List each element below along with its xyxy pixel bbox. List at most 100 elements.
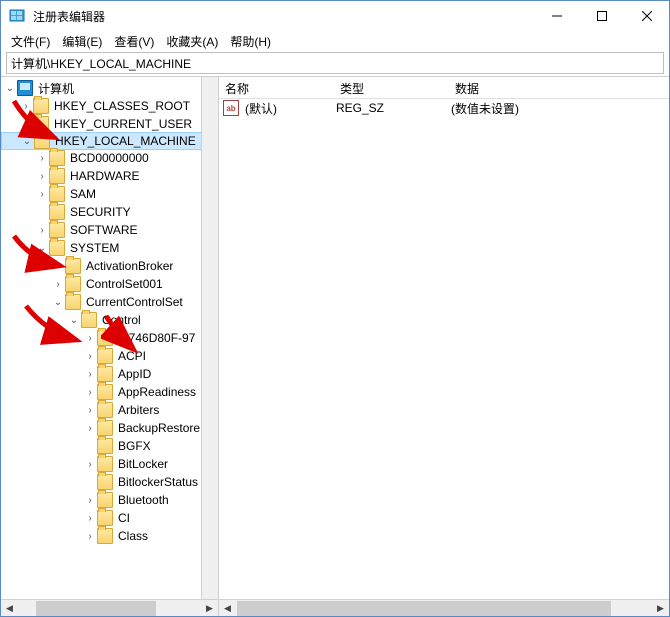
tree-item-computer[interactable]: ⌄ 计算机	[1, 79, 218, 97]
tree-item[interactable]: ›AppID	[1, 365, 218, 383]
registry-tree: ⌄ 计算机 › HKEY_CLASSES_ROOT › HKEY_CURRENT…	[1, 77, 218, 547]
tree-label: BCD00000000	[68, 151, 151, 165]
tree-item[interactable]: ›BGFX	[1, 437, 218, 455]
tree-scroll[interactable]: ⌄ 计算机 › HKEY_CLASSES_ROOT › HKEY_CURRENT…	[1, 77, 218, 599]
expander-icon[interactable]: ›	[51, 259, 65, 273]
tree-item[interactable]: ›BitlockerStatus	[1, 473, 218, 491]
main-split: ⌄ 计算机 › HKEY_CLASSES_ROOT › HKEY_CURRENT…	[1, 76, 669, 616]
tree-item[interactable]: ›CI	[1, 509, 218, 527]
expander-icon[interactable]: ⌄	[20, 134, 34, 148]
folder-icon	[97, 330, 113, 346]
expander-icon[interactable]: ›	[83, 421, 97, 435]
tree-item-bcd[interactable]: › BCD00000000	[1, 149, 218, 167]
expander-icon[interactable]: ›	[35, 151, 49, 165]
tree-item-software[interactable]: › SOFTWARE	[1, 221, 218, 239]
tree-label: HKEY_CLASSES_ROOT	[52, 99, 192, 113]
expander-icon[interactable]: ⌄	[67, 313, 81, 327]
expander-icon[interactable]: ›	[83, 493, 97, 507]
tree-label: Bluetooth	[116, 493, 171, 507]
folder-icon	[49, 168, 65, 184]
folder-icon	[65, 294, 81, 310]
folder-icon	[49, 222, 65, 238]
scroll-left-icon[interactable]: ◀	[1, 600, 18, 617]
folder-icon	[97, 420, 113, 436]
expander-icon[interactable]: ›	[51, 277, 65, 291]
folder-icon	[49, 150, 65, 166]
folder-icon	[97, 510, 113, 526]
tree-label: Arbiters	[116, 403, 161, 417]
scroll-right-icon[interactable]: ▶	[652, 600, 669, 617]
column-name[interactable]: 名称	[219, 77, 334, 98]
menu-file[interactable]: 文件(F)	[5, 31, 56, 52]
tree-label: HKEY_LOCAL_MACHINE	[53, 134, 198, 148]
expander-icon[interactable]: ⌄	[3, 81, 17, 95]
expander-icon[interactable]: ›	[19, 99, 33, 113]
expander-icon[interactable]: ⌄	[51, 295, 65, 309]
tree-label: BackupRestore	[116, 421, 202, 435]
value-pane: 名称 类型 数据 ab (默认) REG_SZ (数值未设置) ◀ ▶	[219, 77, 669, 616]
menu-favorites[interactable]: 收藏夹(A)	[160, 31, 224, 52]
minimize-button[interactable]	[534, 1, 579, 31]
column-type[interactable]: 类型	[334, 77, 449, 98]
tree-item-currentcontrolset[interactable]: ⌄ CurrentControlSet	[1, 293, 218, 311]
tree-item-control[interactable]: ⌄ Control	[1, 311, 218, 329]
tree-label: {7746D80F-97	[116, 331, 197, 345]
scroll-thumb[interactable]	[36, 601, 156, 616]
expander-icon[interactable]: ›	[35, 187, 49, 201]
expander-icon[interactable]: ›	[83, 331, 97, 345]
expander-icon[interactable]: ›	[83, 529, 97, 543]
expander-icon[interactable]: ›	[83, 367, 97, 381]
maximize-button[interactable]	[579, 1, 624, 31]
tree-label: 计算机	[36, 80, 76, 97]
menu-help[interactable]: 帮助(H)	[224, 31, 277, 52]
value-type: REG_SZ	[334, 101, 449, 115]
folder-icon	[33, 98, 49, 114]
tree-item[interactable]: › BackupRestore	[1, 419, 218, 437]
tree-item-controlset001[interactable]: › ControlSet001	[1, 275, 218, 293]
tree-item[interactable]: ›ACPI	[1, 347, 218, 365]
tree-item-hkcr[interactable]: › HKEY_CLASSES_ROOT	[1, 97, 218, 115]
scroll-track[interactable]	[236, 600, 652, 617]
window-title: 注册表编辑器	[33, 8, 534, 25]
tree-item[interactable]: › AppReadiness	[1, 383, 218, 401]
list-header: 名称 类型 数据	[219, 77, 669, 99]
tree-item-sam[interactable]: › SAM	[1, 185, 218, 203]
expander-icon[interactable]: ›	[19, 117, 33, 131]
expander-icon[interactable]: ›	[35, 169, 49, 183]
expander-icon[interactable]: ›	[83, 385, 97, 399]
folder-icon	[97, 474, 113, 490]
expander-icon[interactable]: ›	[83, 349, 97, 363]
tree-label: AppReadiness	[116, 385, 198, 399]
scroll-thumb[interactable]	[237, 601, 611, 616]
tree-item-hardware[interactable]: › HARDWARE	[1, 167, 218, 185]
list-hscrollbar[interactable]: ◀ ▶	[219, 599, 669, 616]
tree-item-security[interactable]: › SECURITY	[1, 203, 218, 221]
expander-icon[interactable]: ›	[35, 223, 49, 237]
tree-hscrollbar[interactable]: ◀ ▶	[1, 599, 218, 616]
scroll-left-icon[interactable]: ◀	[219, 600, 236, 617]
expander-icon[interactable]: ⌄	[35, 241, 49, 255]
app-icon	[9, 8, 25, 24]
column-data[interactable]: 数据	[449, 77, 669, 98]
address-bar[interactable]: 计算机\HKEY_LOCAL_MACHINE	[6, 52, 664, 74]
value-row-default[interactable]: ab (默认) REG_SZ (数值未设置)	[219, 99, 669, 117]
tree-label: Control	[100, 313, 143, 327]
tree-item-activationbroker[interactable]: › ActivationBroker	[1, 257, 218, 275]
tree-vscrollbar[interactable]	[201, 77, 218, 599]
tree-item-hkcu[interactable]: › HKEY_CURRENT_USER	[1, 115, 218, 133]
scroll-track[interactable]	[18, 600, 201, 617]
tree-item-system[interactable]: ⌄ SYSTEM	[1, 239, 218, 257]
expander-icon[interactable]: ›	[83, 457, 97, 471]
menu-edit[interactable]: 编辑(E)	[56, 31, 108, 52]
tree-item[interactable]: ›BitLocker	[1, 455, 218, 473]
tree-item[interactable]: › Bluetooth	[1, 491, 218, 509]
expander-icon[interactable]: ›	[83, 511, 97, 525]
tree-item[interactable]: › Arbiters	[1, 401, 218, 419]
close-button[interactable]	[624, 1, 669, 31]
scroll-right-icon[interactable]: ▶	[201, 600, 218, 617]
expander-icon[interactable]: ›	[83, 403, 97, 417]
tree-item-hklm[interactable]: ⌄ HKEY_LOCAL_MACHINE	[1, 132, 218, 150]
menu-view[interactable]: 查看(V)	[108, 31, 160, 52]
tree-item[interactable]: ›Class	[1, 527, 218, 545]
tree-item[interactable]: › {7746D80F-97	[1, 329, 218, 347]
